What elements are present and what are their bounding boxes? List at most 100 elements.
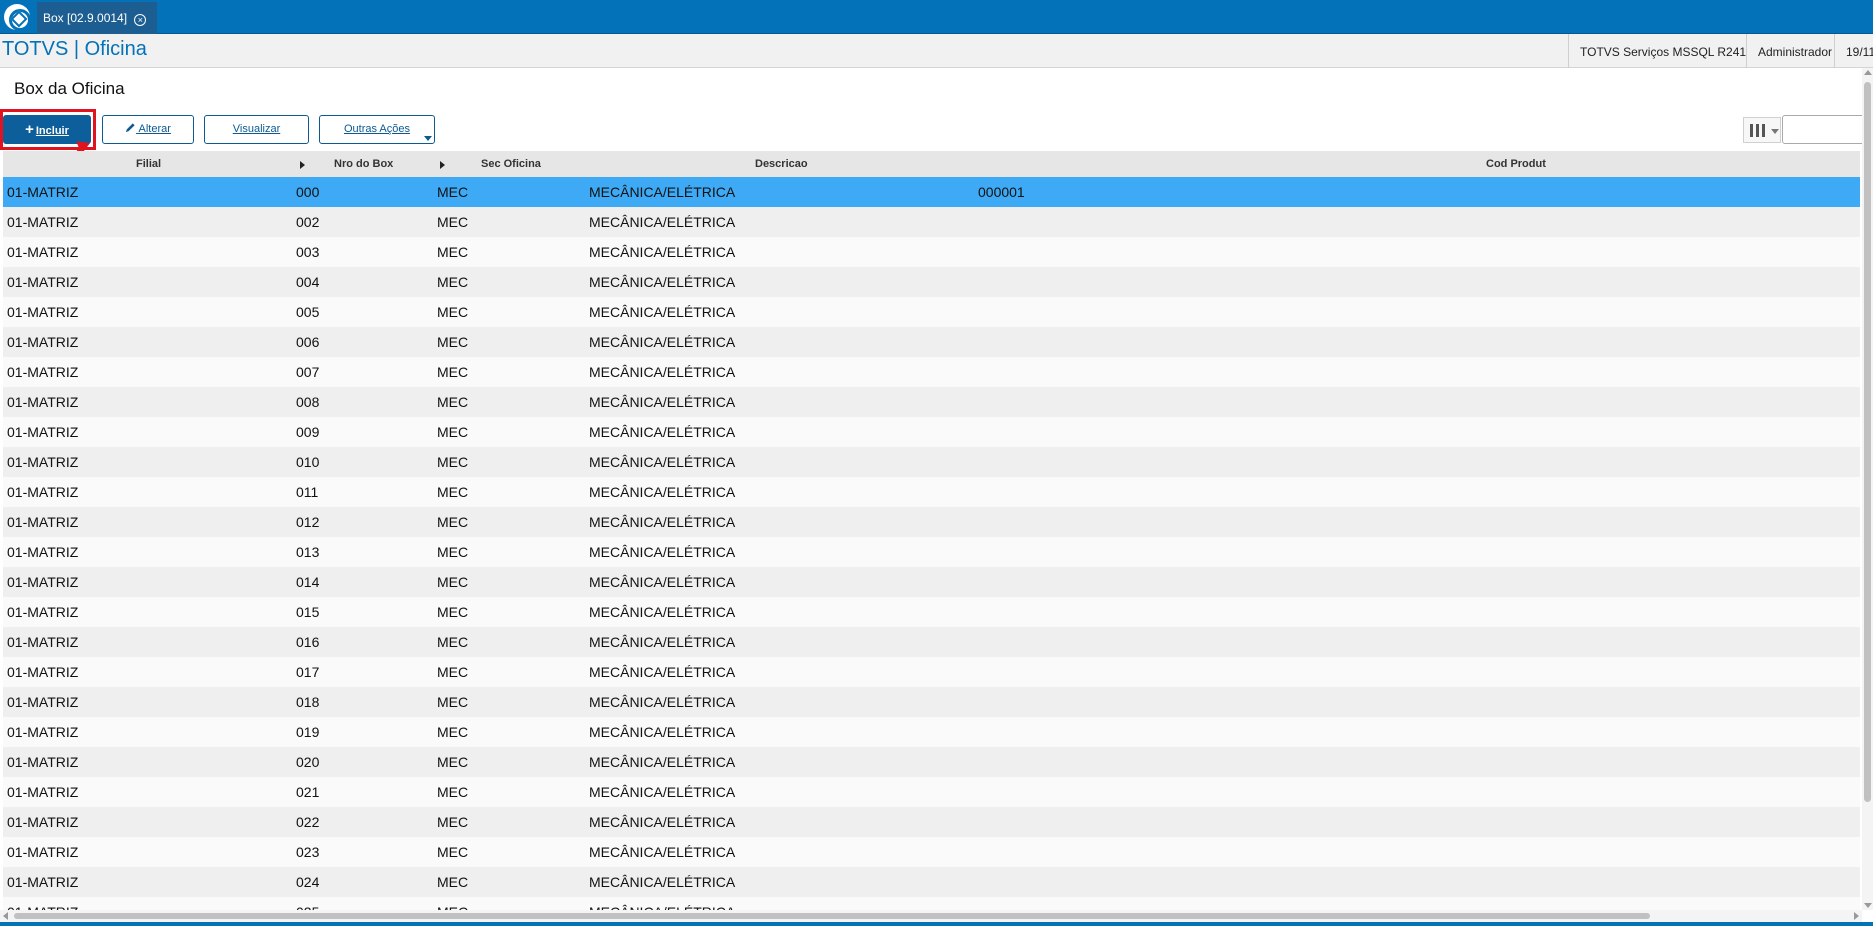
cell-descricao: MECÂNICA/ELÉTRICA	[589, 364, 736, 380]
table-row[interactable]: 01-MATRIZ 019 MEC MECÂNICA/ELÉTRICA	[3, 717, 1860, 747]
cell-nro-box: 015	[296, 604, 320, 620]
horizontal-scroll-thumb[interactable]	[14, 913, 1650, 919]
table-row[interactable]: 01-MATRIZ 018 MEC MECÂNICA/ELÉTRICA	[3, 687, 1860, 717]
cell-filial: 01-MATRIZ	[7, 394, 79, 410]
cell-filial: 01-MATRIZ	[7, 664, 79, 680]
cell-sec-oficina: MEC	[437, 214, 469, 230]
user-label[interactable]: Administrador	[1746, 34, 1834, 68]
page-title: Box da Oficina	[14, 79, 125, 98]
scroll-left-icon[interactable]	[3, 912, 8, 920]
table-row[interactable]: 01-MATRIZ 009 MEC MECÂNICA/ELÉTRICA	[3, 417, 1860, 447]
vertical-scroll-thumb[interactable]	[1864, 82, 1871, 802]
table-row[interactable]: 01-MATRIZ 015 MEC MECÂNICA/ELÉTRICA	[3, 597, 1860, 627]
grid-body: 01-MATRIZ 000 MEC MECÂNICA/ELÉTRICA 000001 01…	[3, 177, 1860, 910]
cell-nro-box: 008	[296, 394, 320, 410]
cell-nro-box: 022	[296, 814, 320, 830]
scroll-right-icon[interactable]	[1854, 912, 1859, 920]
close-icon[interactable]: ×	[134, 14, 147, 26]
columns-menu-button[interactable]	[1743, 117, 1781, 143]
cell-filial: 01-MATRIZ	[7, 214, 79, 230]
cell-nro-box: 004	[296, 274, 320, 290]
cell-sec-oficina: MEC	[437, 514, 469, 530]
cell-sec-oficina: MEC	[437, 694, 469, 710]
cell-filial: 01-MATRIZ	[7, 304, 79, 320]
table-row[interactable]: 01-MATRIZ 011 MEC MECÂNICA/ELÉTRICA	[3, 477, 1860, 507]
alterar-button[interactable]: Alterar	[102, 115, 194, 144]
table-row[interactable]: 01-MATRIZ 010 MEC MECÂNICA/ELÉTRICA	[3, 447, 1860, 477]
table-row[interactable]: 01-MATRIZ 014 MEC MECÂNICA/ELÉTRICA	[3, 567, 1860, 597]
cell-filial: 01-MATRIZ	[7, 784, 79, 800]
cell-filial: 01-MATRIZ	[7, 184, 79, 200]
environment-label[interactable]: TOTVS Serviços MSSQL R2410	[1568, 34, 1746, 68]
table-row[interactable]: 01-MATRIZ 017 MEC MECÂNICA/ELÉTRICA	[3, 657, 1860, 687]
cell-nro-box: 011	[296, 484, 319, 500]
cell-nro-box: 002	[296, 214, 320, 230]
table-row[interactable]: 01-MATRIZ 022 MEC MECÂNICA/ELÉTRICA	[3, 807, 1860, 837]
scroll-up-icon[interactable]	[1864, 70, 1872, 75]
cell-descricao: MECÂNICA/ELÉTRICA	[589, 514, 736, 530]
scroll-down-icon[interactable]	[1864, 903, 1872, 908]
cell-nro-box: 019	[296, 724, 320, 740]
alterar-label: Alterar	[138, 123, 171, 135]
column-header-descricao[interactable]: Descricao	[755, 158, 808, 170]
cell-descricao: MECÂNICA/ELÉTRICA	[589, 334, 736, 350]
cell-filial: 01-MATRIZ	[7, 364, 79, 380]
cell-nro-box: 003	[296, 244, 320, 260]
table-row[interactable]: 01-MATRIZ 005 MEC MECÂNICA/ELÉTRICA	[3, 297, 1860, 327]
table-row[interactable]: 01-MATRIZ 007 MEC MECÂNICA/ELÉTRICA	[3, 357, 1860, 387]
cell-sec-oficina: MEC	[437, 364, 469, 380]
cell-nro-box: 005	[296, 304, 320, 320]
cell-filial: 01-MATRIZ	[7, 724, 79, 740]
date-label[interactable]: 19/11/	[1834, 34, 1873, 68]
cell-filial: 01-MATRIZ	[7, 844, 79, 860]
column-resize-arrow-icon[interactable]	[440, 161, 445, 169]
cell-sec-oficina: MEC	[437, 814, 469, 830]
table-row[interactable]: 01-MATRIZ025MECMECÂNICA/ELÉTRICA	[3, 897, 1860, 910]
pencil-icon	[125, 123, 135, 133]
cell-sec-oficina: MEC	[437, 424, 469, 440]
horizontal-scrollbar[interactable]	[0, 910, 1862, 922]
column-header-cod-produt[interactable]: Cod Produt	[1486, 158, 1546, 170]
cell-nro-box: 009	[296, 424, 320, 440]
search-input[interactable]	[1782, 115, 1868, 144]
table-row[interactable]: 01-MATRIZ 012 MEC MECÂNICA/ELÉTRICA	[3, 507, 1860, 537]
tab-title: Box [02.9.0014]	[43, 11, 128, 25]
cell-descricao: MECÂNICA/ELÉTRICA	[589, 424, 736, 440]
vertical-scrollbar[interactable]	[1862, 68, 1873, 910]
table-row[interactable]: 01-MATRIZ 016 MEC MECÂNICA/ELÉTRICA	[3, 627, 1860, 657]
outras-acoes-button[interactable]: Outras Ações	[319, 115, 435, 144]
column-resize-arrow-icon[interactable]	[300, 161, 305, 169]
table-row[interactable]: 01-MATRIZ 004 MEC MECÂNICA/ELÉTRICA	[3, 267, 1860, 297]
tab-box[interactable]: Box [02.9.0014] ×	[37, 2, 157, 34]
cell-filial: 01-MATRIZ	[7, 484, 79, 500]
table-row[interactable]: 01-MATRIZ 024 MEC MECÂNICA/ELÉTRICA	[3, 867, 1860, 897]
cell-nro-box: 020	[296, 754, 320, 770]
column-header-filial[interactable]: Filial	[136, 158, 161, 170]
table-row[interactable]: 01-MATRIZ 008 MEC MECÂNICA/ELÉTRICA	[3, 387, 1860, 417]
table-row[interactable]: 01-MATRIZ 023 MEC MECÂNICA/ELÉTRICA	[3, 837, 1860, 867]
table-row[interactable]: 01-MATRIZ 000 MEC MECÂNICA/ELÉTRICA 000001	[3, 177, 1860, 207]
cell-sec-oficina: MEC	[437, 544, 469, 560]
table-row[interactable]: 01-MATRIZ 021 MEC MECÂNICA/ELÉTRICA	[3, 777, 1860, 807]
cell-descricao: MECÂNICA/ELÉTRICA	[589, 664, 736, 680]
cell-nro-box: 010	[296, 454, 320, 470]
table-row[interactable]: 01-MATRIZ 002 MEC MECÂNICA/ELÉTRICA	[3, 207, 1860, 237]
table-row[interactable]: 01-MATRIZ 013 MEC MECÂNICA/ELÉTRICA	[3, 537, 1860, 567]
cell-descricao: MECÂNICA/ELÉTRICA	[589, 574, 736, 590]
cell-descricao: MECÂNICA/ELÉTRICA	[589, 454, 736, 470]
cell-sec-oficina: MEC	[437, 394, 469, 410]
brand-title: TOTVS | Oficina	[2, 38, 147, 60]
cell-sec-oficina: MEC	[437, 724, 469, 740]
table-row[interactable]: 01-MATRIZ 003 MEC MECÂNICA/ELÉTRICA	[3, 237, 1860, 267]
visualizar-button[interactable]: Visualizar	[204, 115, 309, 144]
table-row[interactable]: 01-MATRIZ 006 MEC MECÂNICA/ELÉTRICA	[3, 327, 1860, 357]
table-row[interactable]: 01-MATRIZ 020 MEC MECÂNICA/ELÉTRICA	[3, 747, 1860, 777]
totvs-logo-icon[interactable]	[4, 4, 31, 31]
column-header-nro-box[interactable]: Nro do Box	[334, 158, 393, 170]
cell-sec-oficina: MEC	[437, 664, 469, 680]
cell-sec-oficina: MEC	[437, 274, 469, 290]
cell-descricao: MECÂNICA/ELÉTRICA	[589, 244, 736, 260]
cell-filial: 01-MATRIZ	[7, 574, 79, 590]
column-header-sec-oficina[interactable]: Sec Oficina	[481, 158, 541, 170]
cell-nro-box: 000	[296, 184, 320, 200]
